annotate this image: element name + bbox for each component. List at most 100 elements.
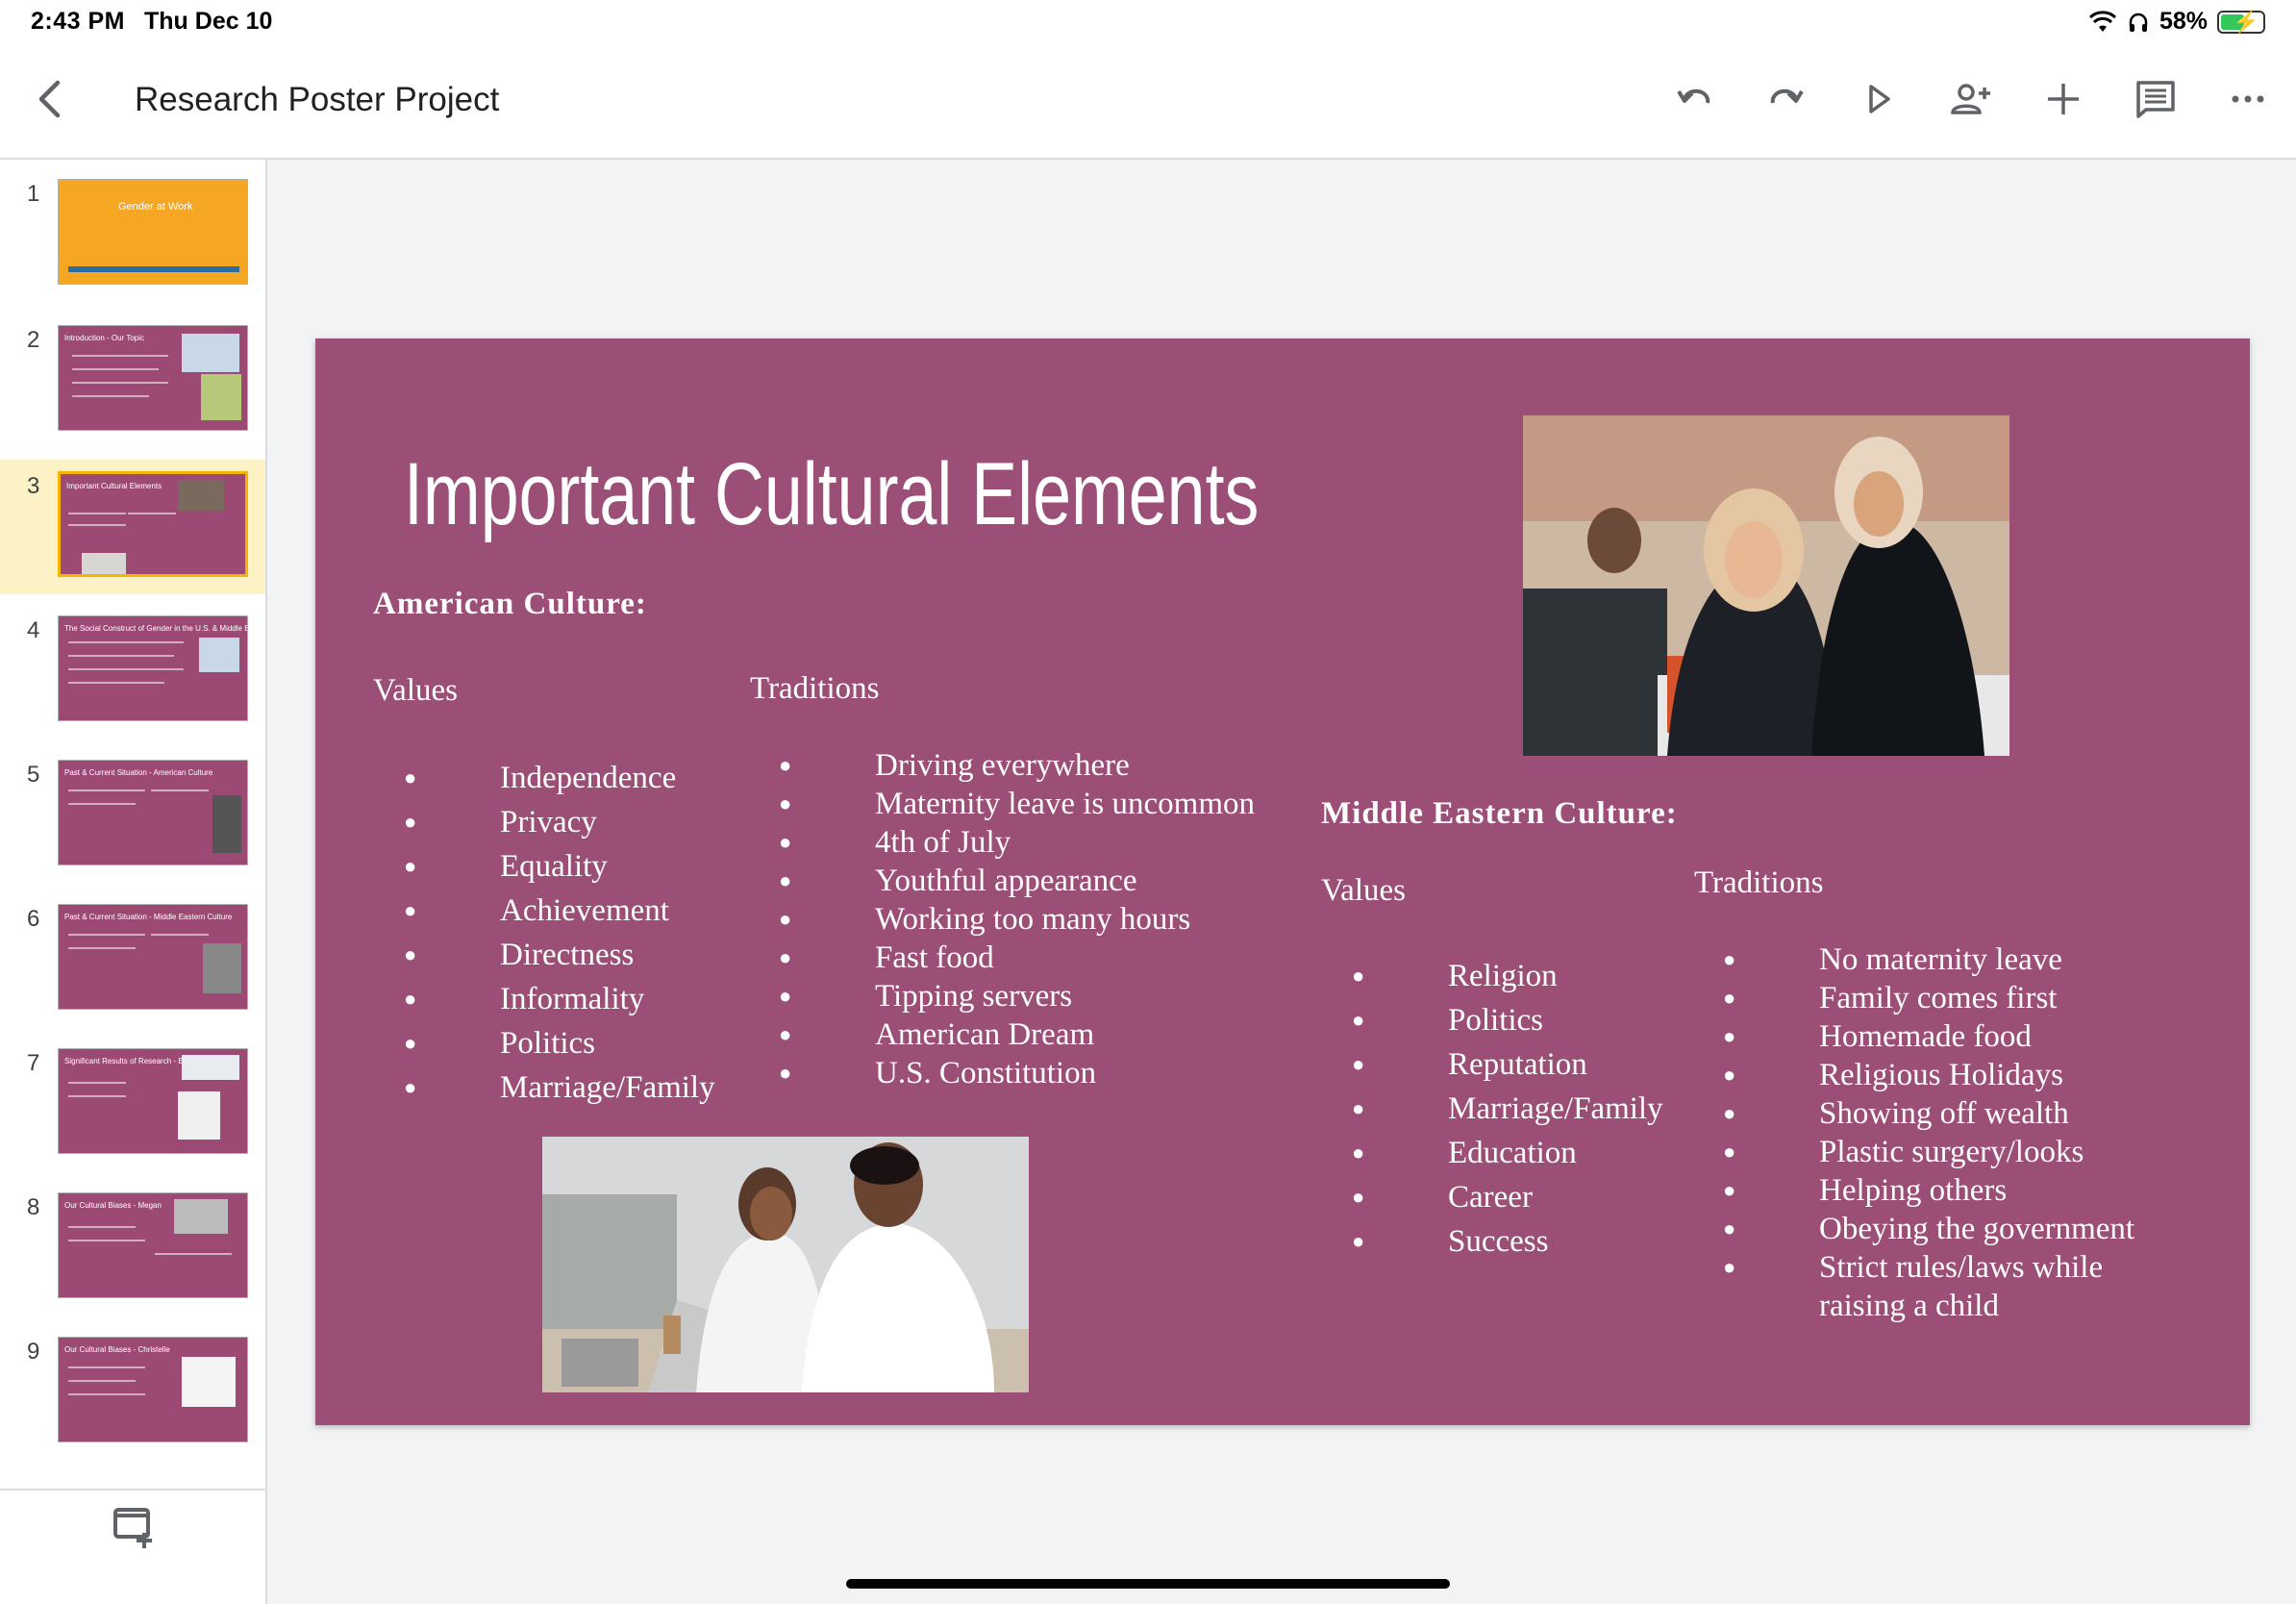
- bullet-item[interactable]: Equality: [404, 844, 715, 889]
- battery-icon: ⚡: [2217, 10, 2265, 34]
- slide-thumbnail-5[interactable]: 5 Past & Current Situation - American Cu…: [0, 748, 265, 883]
- slide-thumbnail-9[interactable]: 9 Our Cultural Biases - Christelle: [0, 1325, 265, 1460]
- more-button[interactable]: [2219, 70, 2277, 128]
- middle-eastern-traditions-label[interactable]: Traditions: [1694, 865, 1823, 901]
- add-person-icon: [1951, 84, 1990, 114]
- slide-thumb-image: Past & Current Situation - Middle Easter…: [58, 904, 248, 1010]
- undo-button[interactable]: [1665, 70, 1723, 128]
- middle-eastern-values-list[interactable]: ReligionPoliticsReputationMarriage/Famil…: [1352, 954, 1663, 1264]
- american-values-list[interactable]: IndependencePrivacyEqualityAchievementDi…: [404, 756, 715, 1110]
- slide-number: 2: [27, 327, 40, 353]
- slide-thumbnail-3[interactable]: 3 Important Cultural Elements: [0, 460, 265, 594]
- slide-thumbnail-8[interactable]: 8 Our Cultural Biases - Megan: [0, 1181, 265, 1316]
- middle-eastern-traditions-list[interactable]: No maternity leaveFamily comes firstHome…: [1723, 940, 2165, 1325]
- bullet-item[interactable]: Independence: [404, 756, 715, 800]
- slide-thumb-image: Significant Results of Research - Both: [58, 1048, 248, 1154]
- bullet-item[interactable]: Maternity leave is uncommon: [779, 785, 1255, 823]
- bullet-item[interactable]: U.S. Constitution: [779, 1054, 1255, 1092]
- status-bar: 2:43 PM Thu Dec 10 58% ⚡: [0, 0, 2296, 46]
- headphones-icon: [2129, 13, 2148, 32]
- bullet-item[interactable]: No maternity leave: [1723, 940, 2165, 979]
- office-women-photo[interactable]: [1523, 415, 2009, 756]
- bullet-item[interactable]: Family comes first: [1723, 979, 2165, 1017]
- bullet-item[interactable]: Homemade food: [1723, 1017, 2165, 1056]
- bullet-item[interactable]: Tipping servers: [779, 977, 1255, 1015]
- bullet-item[interactable]: Success: [1352, 1219, 1663, 1264]
- bullet-item[interactable]: Directness: [404, 933, 715, 977]
- bullet-item[interactable]: Plastic surgery/looks: [1723, 1133, 2165, 1171]
- bullet-item[interactable]: Helping others: [1723, 1171, 2165, 1210]
- add-slide-icon[interactable]: [112, 1506, 156, 1550]
- status-date: Thu Dec 10: [144, 8, 273, 35]
- document-title[interactable]: Research Poster Project: [135, 81, 499, 119]
- bullet-item[interactable]: Informality: [404, 977, 715, 1021]
- home-indicator[interactable]: [846, 1579, 1450, 1589]
- wifi-icon: [2088, 10, 2116, 32]
- american-traditions-label[interactable]: Traditions: [750, 671, 879, 707]
- undo-icon: [1677, 88, 1710, 104]
- bullet-item[interactable]: Marriage/Family: [404, 1065, 715, 1110]
- bullet-item[interactable]: Fast food: [779, 939, 1255, 977]
- slide-thumb-title: Significant Results of Research - Both: [64, 1057, 194, 1065]
- office-colleagues-photo[interactable]: [542, 1137, 1029, 1392]
- status-time: 2:43 PM: [31, 8, 125, 35]
- american-culture-heading[interactable]: American Culture:: [373, 587, 647, 622]
- slide-title[interactable]: Important Cultural Elements: [404, 444, 1259, 545]
- slide-number: 5: [27, 762, 40, 788]
- bullet-item[interactable]: Religious Holidays: [1723, 1056, 2165, 1094]
- slide-thumbnail-2[interactable]: 2 Introduction - Our Topic: [0, 313, 265, 448]
- bullet-item[interactable]: Marriage/Family: [1352, 1087, 1663, 1131]
- bullet-item[interactable]: Obeying the government: [1723, 1210, 2165, 1248]
- bullet-item[interactable]: Politics: [404, 1021, 715, 1065]
- slide-number: 8: [27, 1194, 40, 1220]
- middle-eastern-culture-heading[interactable]: Middle Eastern Culture:: [1321, 796, 1678, 832]
- slide-thumb-image: Our Cultural Biases - Megan: [58, 1192, 248, 1298]
- app-bar: Research Poster Project: [0, 46, 2296, 160]
- comment-icon: [2136, 81, 2175, 118]
- american-values-label[interactable]: Values: [373, 673, 458, 709]
- slide-thumbnail-7[interactable]: 7 Significant Results of Research - Both: [0, 1037, 265, 1171]
- add-icon: [2048, 84, 2079, 114]
- bullet-item[interactable]: Privacy: [404, 800, 715, 844]
- bullet-item[interactable]: Reputation: [1352, 1042, 1663, 1087]
- slide-thumb-title: The Social Construct of Gender in the U.…: [64, 624, 248, 633]
- back-icon[interactable]: [27, 75, 75, 123]
- sidebar-divider: [0, 1489, 265, 1491]
- slide-thumb-title: Gender at Work: [118, 201, 193, 213]
- bullet-item[interactable]: Education: [1352, 1131, 1663, 1175]
- slide-thumb-title: Past & Current Situation - Middle Easter…: [64, 913, 233, 921]
- slide-number: 3: [27, 473, 40, 499]
- bullet-item[interactable]: Strict rules/laws while raising a child: [1723, 1248, 2165, 1325]
- status-right: 58% ⚡: [2088, 8, 2265, 36]
- bullet-item[interactable]: Working too many hours: [779, 900, 1255, 939]
- redo-button[interactable]: [1758, 70, 1815, 128]
- slide-thumb-title: Our Cultural Biases - Megan: [64, 1201, 162, 1210]
- middle-eastern-values-label[interactable]: Values: [1321, 873, 1406, 909]
- bullet-item[interactable]: Religion: [1352, 954, 1663, 998]
- slide-thumbnail-4[interactable]: 4 The Social Construct of Gender in the …: [0, 604, 265, 739]
- bullet-item[interactable]: Youthful appearance: [779, 862, 1255, 900]
- bullet-item[interactable]: Achievement: [404, 889, 715, 933]
- slide-thumbnail-1[interactable]: 1 Gender at Work: [0, 167, 265, 302]
- bullet-item[interactable]: American Dream: [779, 1015, 1255, 1054]
- slide-thumb-image: Gender at Work: [58, 179, 248, 285]
- slide-canvas[interactable]: Important Cultural Elements American Cul…: [315, 338, 2250, 1425]
- bullet-item[interactable]: 4th of July: [779, 823, 1255, 862]
- bullet-item[interactable]: Career: [1352, 1175, 1663, 1219]
- comments-button[interactable]: [2127, 70, 2184, 128]
- share-button[interactable]: [1942, 70, 2000, 128]
- slide-number: 9: [27, 1339, 40, 1365]
- slide-thumb-image: Introduction - Our Topic: [58, 325, 248, 431]
- bullet-item[interactable]: Driving everywhere: [779, 746, 1255, 785]
- present-button[interactable]: [1850, 70, 1908, 128]
- slide-thumb-title: Important Cultural Elements: [66, 482, 162, 490]
- bullet-item[interactable]: Showing off wealth: [1723, 1094, 2165, 1133]
- bullet-item[interactable]: Politics: [1352, 998, 1663, 1042]
- slide-thumb-title: Introduction - Our Topic: [64, 334, 145, 342]
- slide-thumbnail-6[interactable]: 6 Past & Current Situation - Middle East…: [0, 892, 265, 1027]
- insert-button[interactable]: [2034, 70, 2092, 128]
- battery-percent: 58%: [2159, 8, 2208, 35]
- american-traditions-list[interactable]: Driving everywhereMaternity leave is unc…: [779, 746, 1255, 1092]
- more-icon: [2232, 95, 2264, 103]
- slide-thumb-image: Our Cultural Biases - Christelle: [58, 1337, 248, 1442]
